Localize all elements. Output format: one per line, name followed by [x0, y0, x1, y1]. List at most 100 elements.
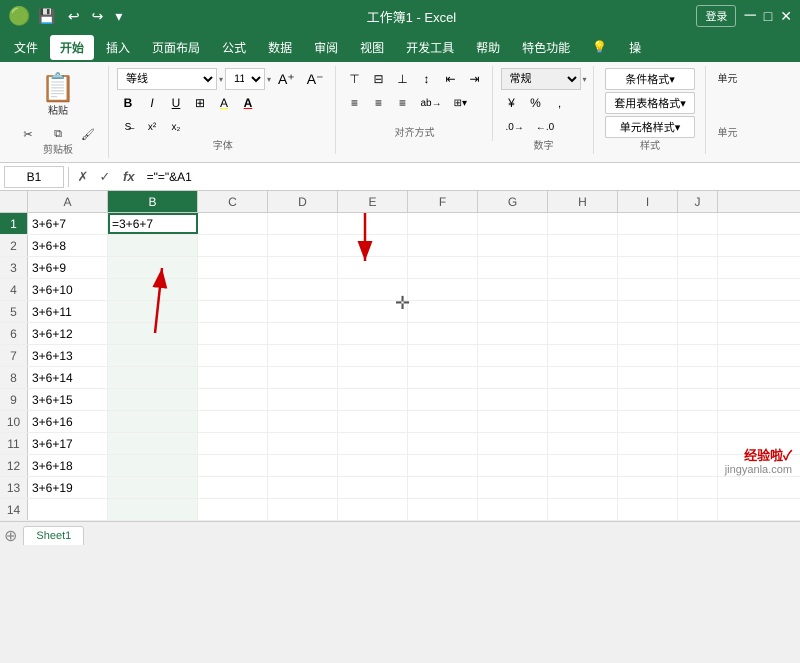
cell-B7[interactable]: [108, 345, 198, 366]
increase-decimal-btn[interactable]: ←.0: [531, 116, 559, 138]
cell-H4[interactable]: [548, 279, 618, 300]
col-header-b[interactable]: B: [108, 191, 198, 212]
cell-G12[interactable]: [478, 455, 548, 476]
menu-special[interactable]: 特色功能: [512, 35, 580, 60]
col-header-j[interactable]: J: [678, 191, 718, 212]
cell-E13[interactable]: [338, 477, 408, 498]
menu-insert[interactable]: 插入: [96, 35, 140, 60]
cell-G8[interactable]: [478, 367, 548, 388]
text-direction-btn[interactable]: ↕: [416, 68, 438, 90]
cell-D5[interactable]: [268, 301, 338, 322]
cell-E11[interactable]: [338, 433, 408, 454]
cell-B10[interactable]: [108, 411, 198, 432]
cell-C2[interactable]: [198, 235, 268, 256]
row-header-12[interactable]: 12: [0, 455, 28, 476]
cell-I4[interactable]: [618, 279, 678, 300]
table-format-btn[interactable]: 套用表格格式▾: [605, 92, 695, 114]
cell-H14[interactable]: [548, 499, 618, 520]
cell-H10[interactable]: [548, 411, 618, 432]
menu-file[interactable]: 文件: [4, 35, 48, 60]
cell-A7[interactable]: 3+6+13: [28, 345, 108, 366]
cell-A5[interactable]: 3+6+11: [28, 301, 108, 322]
row-header-2[interactable]: 2: [0, 235, 28, 256]
cell-H2[interactable]: [548, 235, 618, 256]
cell-E5[interactable]: [338, 301, 408, 322]
cell-C10[interactable]: [198, 411, 268, 432]
cell-I9[interactable]: [618, 389, 678, 410]
menu-review[interactable]: 审阅: [304, 35, 348, 60]
cell-F4[interactable]: [408, 279, 478, 300]
cell-D1[interactable]: [268, 213, 338, 234]
cell-styles-btn[interactable]: 单元格样式▾: [605, 116, 695, 138]
minimize-btn[interactable]: ─: [744, 7, 755, 25]
cell-C11[interactable]: [198, 433, 268, 454]
increase-font-btn[interactable]: A⁺: [273, 68, 300, 90]
merge-btn[interactable]: ⊞▾: [449, 92, 472, 114]
decrease-decimal-btn[interactable]: .0→: [501, 116, 529, 138]
cell-F9[interactable]: [408, 389, 478, 410]
number-format-select[interactable]: 常规: [501, 68, 581, 90]
cell-A8[interactable]: 3+6+14: [28, 367, 108, 388]
cell-A10[interactable]: 3+6+16: [28, 411, 108, 432]
cell-I6[interactable]: [618, 323, 678, 344]
cell-F14[interactable]: [408, 499, 478, 520]
cell-D8[interactable]: [268, 367, 338, 388]
cell-F8[interactable]: [408, 367, 478, 388]
col-header-i[interactable]: I: [618, 191, 678, 212]
menu-data[interactable]: 数据: [258, 35, 302, 60]
cell-C12[interactable]: [198, 455, 268, 476]
cell-F12[interactable]: [408, 455, 478, 476]
cell-B14[interactable]: [108, 499, 198, 520]
comma-btn[interactable]: ,: [549, 92, 571, 114]
cell-E3[interactable]: [338, 257, 408, 278]
font-color-btn[interactable]: A: [237, 92, 259, 114]
cell-B11[interactable]: [108, 433, 198, 454]
cell-D3[interactable]: [268, 257, 338, 278]
sheet-tab-1[interactable]: Sheet1: [23, 526, 84, 545]
cell-D6[interactable]: [268, 323, 338, 344]
cancel-formula-btn[interactable]: ✗: [73, 167, 93, 187]
cell-E9[interactable]: [338, 389, 408, 410]
cell-C14[interactable]: [198, 499, 268, 520]
border-button[interactable]: ⊞: [189, 92, 211, 114]
wrap-text-btn[interactable]: ab→: [416, 92, 447, 114]
cell-D2[interactable]: [268, 235, 338, 256]
cell-J10[interactable]: [678, 411, 718, 432]
percent-btn[interactable]: %: [525, 92, 547, 114]
align-top-btn[interactable]: ⊤: [344, 68, 366, 90]
cell-A14[interactable]: [28, 499, 108, 520]
cell-I10[interactable]: [618, 411, 678, 432]
row-header-13[interactable]: 13: [0, 477, 28, 498]
cell-G10[interactable]: [478, 411, 548, 432]
cell-J12[interactable]: [678, 455, 718, 476]
cell-C3[interactable]: [198, 257, 268, 278]
cell-C4[interactable]: [198, 279, 268, 300]
cell-F1[interactable]: [408, 213, 478, 234]
confirm-formula-btn[interactable]: ✓: [95, 167, 115, 187]
currency-btn[interactable]: ¥: [501, 92, 523, 114]
cell-H6[interactable]: [548, 323, 618, 344]
cell-D7[interactable]: [268, 345, 338, 366]
cell-I12[interactable]: [618, 455, 678, 476]
cell-I1[interactable]: [618, 213, 678, 234]
cell-H5[interactable]: [548, 301, 618, 322]
cell-C13[interactable]: [198, 477, 268, 498]
cell-E8[interactable]: [338, 367, 408, 388]
redo-btn[interactable]: ↪: [88, 6, 108, 27]
menu-formulas[interactable]: 公式: [212, 35, 256, 60]
cell-G1[interactable]: [478, 213, 548, 234]
cell-ref-input[interactable]: [4, 166, 64, 188]
formula-input[interactable]: [143, 166, 796, 188]
row-header-9[interactable]: 9: [0, 389, 28, 410]
cell-G5[interactable]: [478, 301, 548, 322]
menu-more[interactable]: 操: [619, 35, 651, 60]
col-header-e[interactable]: E: [338, 191, 408, 212]
align-left-btn[interactable]: ≡: [344, 92, 366, 114]
cell-B2[interactable]: [108, 235, 198, 256]
cell-C9[interactable]: [198, 389, 268, 410]
cell-C6[interactable]: [198, 323, 268, 344]
indent-increase-btn[interactable]: ⇥: [464, 68, 486, 90]
cell-A3[interactable]: 3+6+9: [28, 257, 108, 278]
cell-A6[interactable]: 3+6+12: [28, 323, 108, 344]
cell-J8[interactable]: [678, 367, 718, 388]
